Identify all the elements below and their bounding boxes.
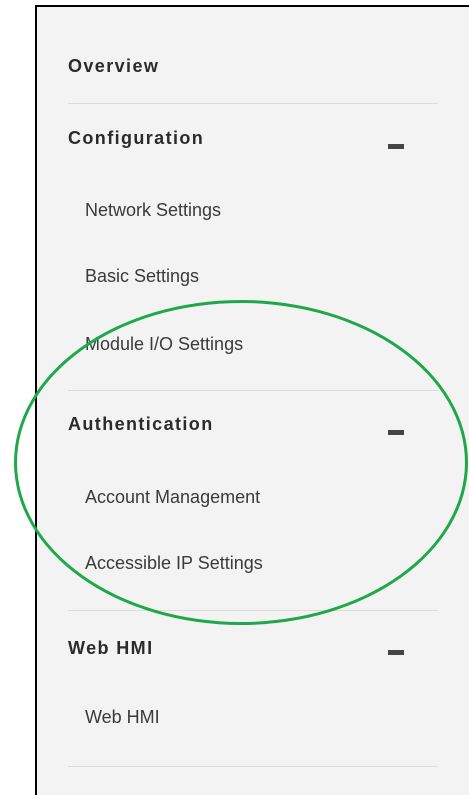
divider bbox=[68, 390, 438, 391]
nav-item-module-io-settings[interactable]: Module I/O Settings bbox=[85, 334, 469, 355]
nav-item-accessible-ip-settings[interactable]: Accessible IP Settings bbox=[85, 553, 469, 574]
nav-item-overview[interactable]: Overview bbox=[68, 56, 469, 77]
nav-item-basic-settings[interactable]: Basic Settings bbox=[85, 266, 469, 287]
nav-section-web-hmi[interactable]: Web HMI bbox=[68, 638, 469, 659]
nav-item-web-hmi[interactable]: Web HMI bbox=[85, 707, 469, 728]
nav-item-network-settings[interactable]: Network Settings bbox=[85, 200, 469, 221]
divider bbox=[68, 766, 438, 767]
minus-icon[interactable] bbox=[388, 144, 404, 149]
minus-icon[interactable] bbox=[388, 430, 404, 435]
divider bbox=[68, 103, 438, 104]
divider bbox=[68, 610, 438, 611]
navigation-sidebar bbox=[35, 5, 469, 795]
nav-section-authentication[interactable]: Authentication bbox=[68, 414, 469, 435]
nav-section-configuration[interactable]: Configuration bbox=[68, 128, 469, 149]
nav-item-account-management[interactable]: Account Management bbox=[85, 487, 469, 508]
minus-icon[interactable] bbox=[388, 650, 404, 655]
